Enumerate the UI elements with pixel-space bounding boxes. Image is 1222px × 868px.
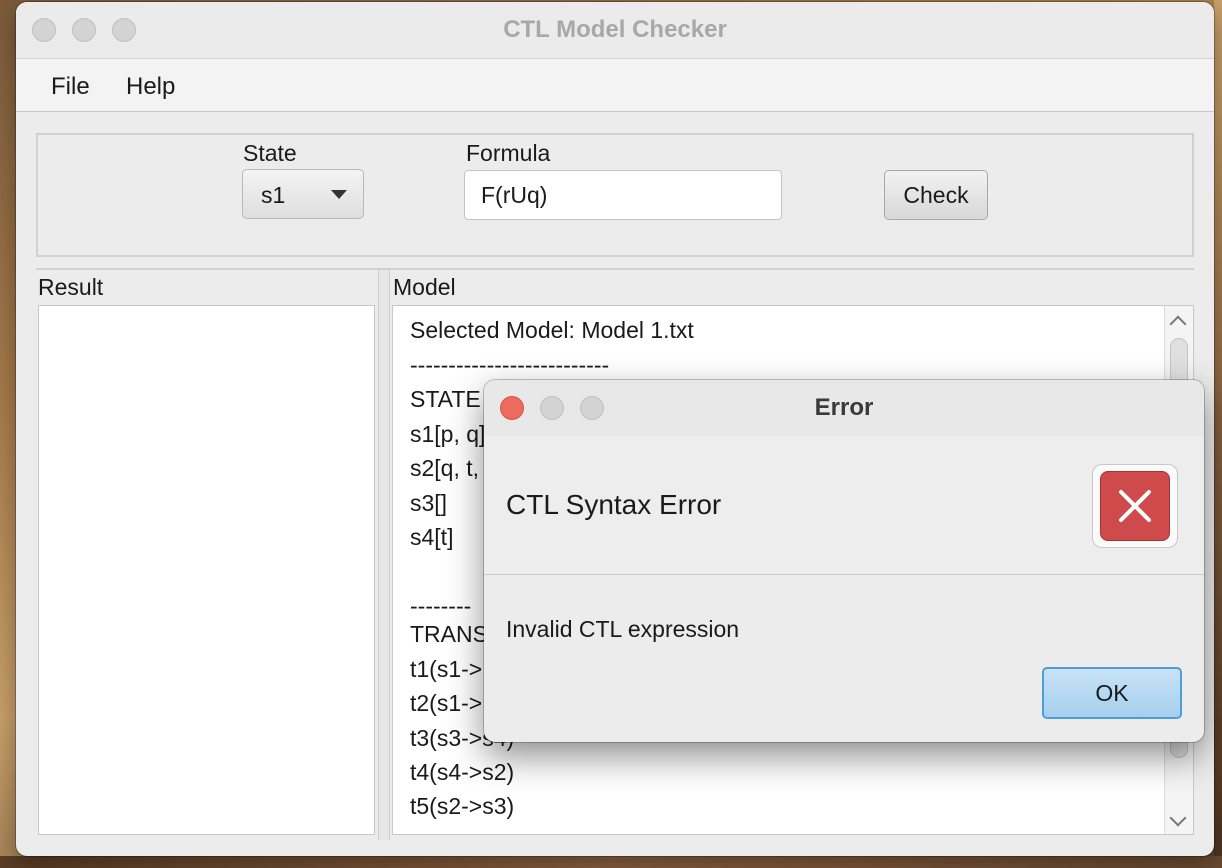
chevron-down-icon[interactable] [1169, 809, 1187, 827]
chevron-down-icon [331, 190, 347, 199]
window-title: CTL Model Checker [503, 16, 727, 43]
check-button[interactable]: Check [884, 170, 988, 220]
model-line: s1[p, q] [410, 421, 486, 447]
split-pane-divider[interactable] [378, 270, 390, 840]
ok-button[interactable]: OK [1042, 667, 1182, 719]
model-line: s4[t] [410, 524, 454, 550]
model-line: t1(s1-> [410, 656, 483, 682]
model-line: s2[q, t, [410, 455, 480, 481]
dialog-message: Invalid CTL expression [506, 616, 740, 642]
formula-label: Formula [466, 140, 551, 166]
dialog-header: CTL Syntax Error [484, 436, 1204, 575]
horizontal-divider[interactable] [36, 268, 1194, 270]
model-line: Selected Model: Model 1.txt [410, 317, 694, 343]
error-icon-frame [1092, 464, 1178, 548]
model-line: -------------------------- [410, 352, 610, 378]
error-dialog: Error CTL Syntax Error Invalid CTL expre… [484, 380, 1204, 742]
dialog-header-text: CTL Syntax Error [506, 489, 722, 520]
state-dropdown[interactable]: s1 [242, 169, 364, 219]
formula-input[interactable] [464, 170, 782, 220]
model-line: -------- [410, 593, 472, 619]
model-line: t2(s1-> [410, 690, 483, 716]
result-text-area[interactable] [38, 305, 375, 835]
model-line: t4(s4->s2) [410, 759, 515, 785]
state-dropdown-value: s1 [261, 182, 286, 208]
menu-file[interactable]: File [51, 73, 90, 101]
chevron-up-icon[interactable] [1169, 315, 1187, 333]
dialog-title: Error [814, 394, 874, 421]
desktop-background [1214, 0, 1222, 868]
model-line: TRANS [410, 621, 488, 647]
model-label: Model [393, 274, 456, 300]
model-line: s3[] [410, 490, 448, 516]
error-x-icon [1100, 471, 1170, 541]
state-label: State [243, 140, 297, 166]
desktop-background-bottom [0, 856, 1222, 868]
window-titlebar[interactable]: CTL Model Checker [16, 2, 1214, 59]
menu-bar: File Help [16, 59, 1214, 112]
menu-help[interactable]: Help [126, 73, 175, 101]
dialog-titlebar[interactable]: Error [484, 380, 1204, 436]
result-label: Result [38, 274, 104, 300]
model-line: STATE [410, 386, 481, 412]
model-line: t5(s2->s3) [410, 793, 515, 819]
